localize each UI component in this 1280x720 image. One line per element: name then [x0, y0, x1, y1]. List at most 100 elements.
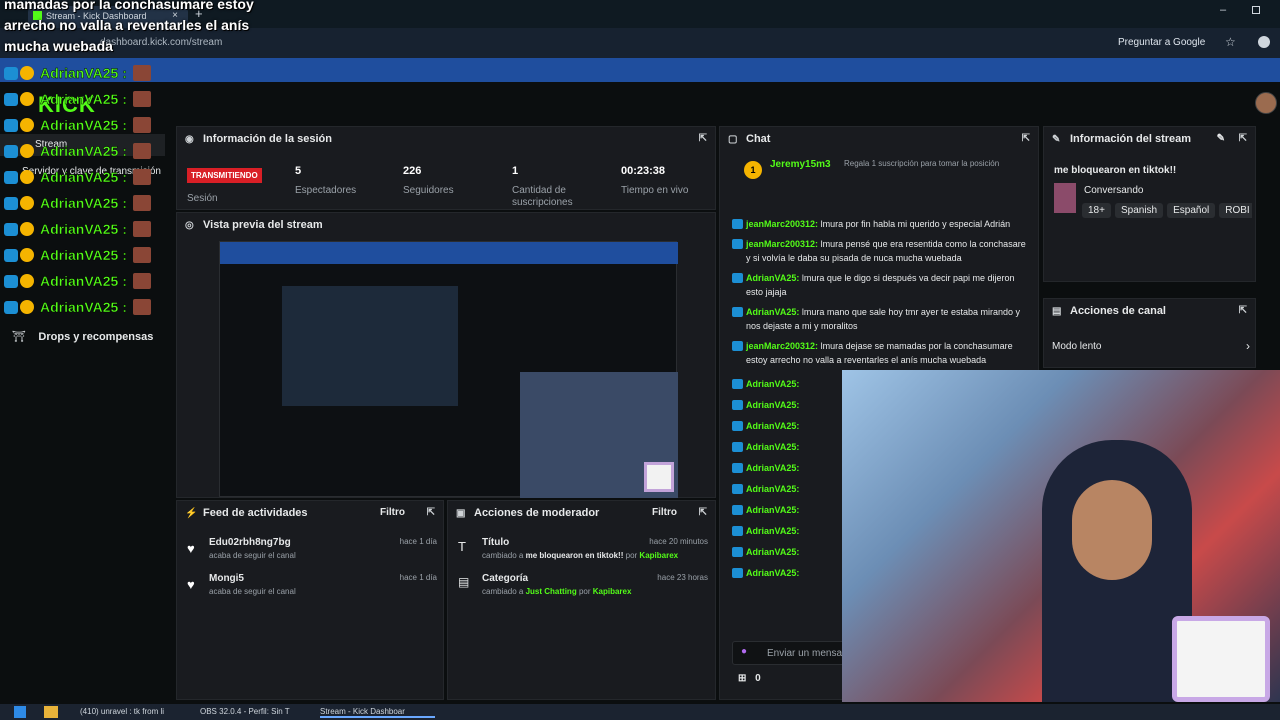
chat-user[interactable]: AdrianVA25:	[746, 505, 799, 515]
chat-message: AdrianVA25:	[732, 482, 852, 496]
pinned-user[interactable]: Jeremy15m3	[770, 159, 831, 170]
mod-badge-icon	[732, 463, 743, 473]
chat-user[interactable]: AdrianVA25:	[746, 442, 799, 452]
chat-message: AdrianVA25:	[732, 503, 852, 517]
panel-title: Acciones de moderador	[474, 507, 600, 519]
stat-label: Seguidores	[403, 185, 454, 196]
mod-badge-icon	[732, 219, 743, 229]
popout-icon[interactable]: ⇱	[1239, 133, 1247, 144]
overlay-alert-user: AdrianVA25 :	[40, 169, 127, 185]
chat-user[interactable]: AdrianVA25:	[746, 568, 799, 578]
taskbar-chrome-youtube[interactable]: (410) unravel : tk from li	[80, 706, 190, 718]
mod-badge-icon	[732, 421, 743, 431]
mod-badge-icon	[732, 239, 743, 249]
stat-label: Cantidad de suscripciones	[512, 185, 573, 208]
overlay-alert: AdrianVA25 :	[4, 112, 174, 138]
chat-messages: jeanMarc200312: lmura por fin habla mi q…	[732, 217, 1032, 373]
minimize-icon[interactable]: –	[1220, 4, 1226, 16]
stream-tags: 18+ Spanish Español ROBI	[1082, 200, 1252, 218]
panel-title: Chat	[746, 133, 771, 145]
taskbar-obs[interactable]: OBS 32.0.4 - Perfil: Sin T	[200, 706, 310, 718]
popout-icon[interactable]: ⇱	[427, 507, 435, 518]
chat-user[interactable]: AdrianVA25:	[746, 463, 799, 473]
gifter-badge-icon	[20, 66, 34, 80]
chat-message: AdrianVA25: lmura mano que sale hoy tmr …	[732, 305, 1032, 333]
gift-prompt[interactable]: Regala 1 suscripción para tomar la posic…	[844, 159, 1034, 169]
panel-title: Acciones de canal	[1070, 305, 1166, 317]
bookmark-star-icon[interactable]: ☆	[1225, 35, 1236, 49]
sidebar-item-label: Drops y recompensas	[38, 331, 154, 343]
chat-user[interactable]: AdrianVA25:	[746, 421, 799, 431]
overlay-alert: AdrianVA25 :	[4, 60, 174, 86]
emote-icon	[132, 221, 151, 237]
mod-badge-icon	[732, 341, 743, 351]
chat-user[interactable]: AdrianVA25:	[746, 400, 799, 410]
text-icon: T	[458, 539, 466, 554]
qr-code-icon	[1172, 616, 1270, 702]
points-value: 0	[755, 673, 761, 684]
slow-mode-row[interactable]: Modo lento ›	[1052, 339, 1250, 353]
chat-user[interactable]: AdrianVA25:	[746, 547, 799, 557]
filter-button[interactable]: Filtro	[380, 507, 405, 518]
activity-action: acaba de seguir el canal	[209, 551, 296, 560]
popout-icon[interactable]: ⇱	[1022, 133, 1030, 144]
points-icon: ⊞	[738, 673, 747, 684]
stat-value: 226	[403, 165, 422, 177]
stat-value: 1	[512, 165, 519, 177]
chat-message: AdrianVA25: lmura que le digo si después…	[732, 271, 1032, 299]
taskbar: (410) unravel : tk from li OBS 32.0.4 - …	[0, 704, 1280, 720]
mod-by: por	[625, 551, 638, 560]
category-icon: ▤	[458, 575, 470, 589]
overlay-alert: AdrianVA25 :	[4, 294, 174, 320]
windows-start-icon[interactable]	[14, 706, 26, 718]
tag: Spanish	[1114, 203, 1164, 218]
popout-icon[interactable]: ⇱	[1239, 305, 1247, 316]
overlay-alert-user: AdrianVA25 :	[40, 143, 127, 159]
mod-badge-icon	[732, 568, 743, 578]
chat-user[interactable]: AdrianVA25:	[746, 379, 799, 389]
user-avatar[interactable]	[1255, 92, 1277, 114]
panel-title: Información del stream	[1070, 133, 1192, 145]
gifter-badge-icon	[20, 170, 34, 184]
stat-uptime: 00:23:38 Tiempo en vivo	[621, 165, 688, 196]
edit-icon[interactable]: ✎	[1217, 133, 1225, 144]
preview-video[interactable]	[219, 241, 678, 498]
profile-icon[interactable]	[1258, 36, 1270, 48]
mod-user[interactable]: Kapibarex	[639, 551, 678, 560]
mod-user[interactable]: Kapibarex	[593, 587, 632, 596]
overlay-alert: AdrianVA25 :	[4, 242, 174, 268]
activity-item: ♥ Mongi5 acaba de seguir el canal hace 1…	[187, 573, 437, 596]
live-status: TRANSMITIENDO Sesión	[187, 165, 262, 204]
shield-icon: ▣	[456, 507, 466, 519]
chat-user[interactable]: AdrianVA25:	[746, 484, 799, 494]
tag: 18+	[1082, 203, 1111, 218]
popout-icon[interactable]: ⇱	[699, 507, 707, 518]
taskbar-label: OBS 32.0.4 - Perfil: Sin T	[200, 707, 290, 716]
filter-button[interactable]: Filtro	[652, 507, 677, 518]
chat-message: jeanMarc200312: lmura por fin habla mi q…	[732, 217, 1032, 231]
mod-changed: cambiado a	[482, 551, 524, 560]
chat-message: AdrianVA25:	[732, 440, 852, 454]
sidebar-item-drops[interactable]: ⛩ Drops y recompensas	[12, 327, 153, 345]
wrench-icon: ✎	[1052, 133, 1061, 145]
file-explorer-icon[interactable]	[44, 706, 58, 718]
panel-title: Vista previa del stream	[203, 219, 323, 231]
mod-item-detail: cambiado a Just Chatting por Kapibarex	[482, 587, 708, 596]
chat-input-placeholder: Enviar un mensa	[767, 648, 843, 659]
stat-followers: 226 Seguidores	[403, 165, 454, 196]
maximize-icon[interactable]	[1252, 6, 1260, 14]
taskbar-chrome-kick[interactable]: Stream - Kick Dashboar	[320, 706, 435, 718]
list-icon: ▤	[1052, 305, 1062, 317]
points-counter[interactable]: ⊞ 0	[738, 673, 761, 684]
ask-google-button[interactable]: Preguntar a Google	[1112, 34, 1211, 52]
overlay-message-text: mamadas por la conchasumare estoy arrech…	[4, 0, 254, 54]
activity-feed-panel: ⚡ Feed de actividades Filtro ⇱ ♥ Edu02rb…	[176, 500, 444, 700]
emote-icon	[132, 273, 151, 289]
chat-message: AdrianVA25:	[732, 398, 852, 412]
overlay-alerts: AdrianVA25 : AdrianVA25 : AdrianVA25 : Adri…	[4, 60, 174, 320]
emote-icon	[132, 247, 151, 263]
mod-badge-icon	[732, 505, 743, 515]
chat-user[interactable]: AdrianVA25:	[746, 526, 799, 536]
mod-badge-icon	[732, 547, 743, 557]
popout-icon[interactable]: ⇱	[699, 133, 707, 144]
